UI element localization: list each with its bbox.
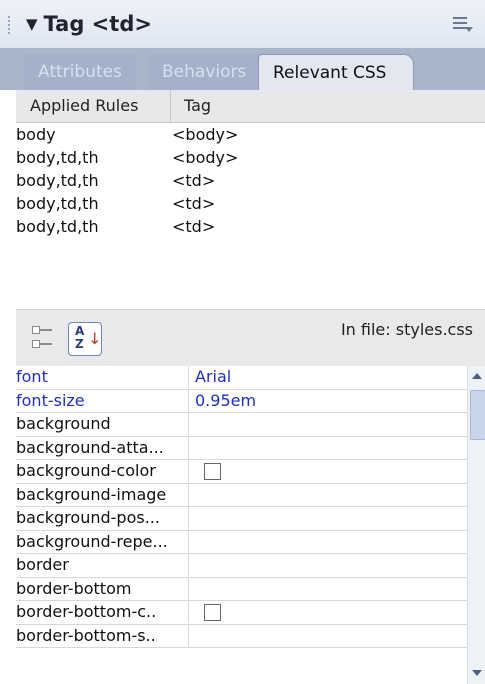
- panel-title-text: Tag <td>: [43, 12, 152, 36]
- tab-strip: Attributes Behaviors Relevant CSS: [0, 48, 485, 91]
- property-value[interactable]: [188, 577, 465, 600]
- property-value[interactable]: [188, 624, 465, 647]
- column-header-tag[interactable]: Tag: [184, 90, 211, 122]
- property-row[interactable]: border-bottom-s..: [16, 624, 467, 648]
- rule-selector: body,td,th: [16, 171, 99, 190]
- color-swatch-button[interactable]: [204, 604, 221, 621]
- property-value[interactable]: [188, 530, 465, 553]
- property-row[interactable]: border-bottom-c..: [16, 601, 467, 625]
- property-row[interactable]: font Arial: [16, 366, 467, 390]
- in-file-label: In file: styles.css: [340, 320, 473, 339]
- panel-title-bar[interactable]: ▼ Tag <td>: [0, 0, 485, 49]
- property-name: font: [16, 367, 48, 386]
- rule-row[interactable]: body,td,th <td>: [16, 169, 485, 192]
- property-name: border: [16, 555, 69, 574]
- rule-selector: body,td,th: [16, 194, 99, 213]
- property-row[interactable]: background-image: [16, 483, 467, 507]
- rule-selector: body: [16, 125, 56, 144]
- rule-tag: <td>: [172, 171, 216, 190]
- property-name: background-pos...: [16, 508, 160, 527]
- rule-row[interactable]: body <body>: [16, 123, 485, 146]
- property-value[interactable]: [188, 460, 465, 482]
- property-name: background-color: [16, 461, 156, 480]
- property-value[interactable]: [188, 507, 465, 529]
- rule-selector: body,td,th: [16, 217, 99, 236]
- tab-relevant-css[interactable]: Relevant CSS: [258, 54, 414, 91]
- rules-table-header: Applied Rules Tag: [16, 90, 485, 123]
- property-value[interactable]: Arial: [188, 366, 465, 388]
- property-row[interactable]: background: [16, 413, 467, 437]
- category-view-button[interactable]: [30, 322, 62, 354]
- property-value[interactable]: [188, 436, 465, 459]
- panel-title[interactable]: ▼ Tag <td>: [26, 12, 152, 36]
- rule-row[interactable]: body,td,th <body>: [16, 146, 485, 169]
- property-name: border-bottom: [16, 578, 132, 598]
- rule-tag: <td>: [172, 217, 216, 236]
- drag-grip-icon[interactable]: [8, 16, 16, 34]
- property-row[interactable]: background-color: [16, 460, 467, 484]
- rule-tag: <body>: [172, 125, 239, 144]
- rule-selector: body,td,th: [16, 148, 99, 167]
- css-property-grid: font Arial font-size 0.95em background b…: [16, 366, 467, 684]
- collapse-triangle-icon[interactable]: ▼: [26, 15, 38, 33]
- property-row[interactable]: border-bottom: [16, 577, 467, 601]
- property-name: border-bottom-c..: [16, 602, 157, 621]
- scroll-up-arrow-icon[interactable]: [469, 368, 485, 386]
- property-row[interactable]: font-size 0.95em: [16, 389, 467, 413]
- column-header-applied-rules[interactable]: Applied Rules: [30, 90, 171, 122]
- applied-rules-list: body <body> body,td,th <body> body,td,th…: [16, 123, 485, 309]
- property-name: background-repe...: [16, 531, 168, 551]
- rule-tag: <body>: [172, 148, 239, 167]
- property-row[interactable]: border: [16, 554, 467, 578]
- alphabetical-view-button[interactable]: A Z ↓: [68, 322, 102, 356]
- properties-toolbar: A Z ↓ In file: styles.css: [16, 309, 485, 367]
- scroll-down-arrow-icon[interactable]: [469, 664, 485, 682]
- property-value[interactable]: [188, 483, 465, 506]
- property-value[interactable]: [188, 601, 465, 623]
- property-row[interactable]: background-repe...: [16, 530, 467, 554]
- property-name: background: [16, 414, 111, 433]
- property-value[interactable]: 0.95em: [188, 389, 465, 412]
- property-name: background-image: [16, 484, 167, 504]
- property-name: font-size: [16, 390, 85, 410]
- property-row[interactable]: background-atta...: [16, 436, 467, 460]
- property-name: border-bottom-s..: [16, 625, 156, 645]
- tag-inspector-panel: ▼ Tag <td> Attributes Behaviors Relevant …: [0, 0, 485, 684]
- rule-row[interactable]: body,td,th <td>: [16, 192, 485, 215]
- property-name: background-atta...: [16, 437, 164, 457]
- options-menu-icon[interactable]: [453, 14, 473, 32]
- tab-behaviors[interactable]: Behaviors: [148, 54, 261, 90]
- property-value[interactable]: [188, 413, 465, 435]
- rule-tag: <td>: [172, 194, 216, 213]
- scrollbar-thumb[interactable]: [470, 390, 485, 440]
- color-swatch-button[interactable]: [204, 463, 221, 480]
- tab-attributes[interactable]: Attributes: [24, 54, 136, 90]
- vertical-scrollbar[interactable]: [467, 366, 485, 684]
- property-row[interactable]: background-pos...: [16, 507, 467, 531]
- property-value[interactable]: [188, 554, 465, 576]
- rule-row[interactable]: body,td,th <td>: [16, 215, 485, 238]
